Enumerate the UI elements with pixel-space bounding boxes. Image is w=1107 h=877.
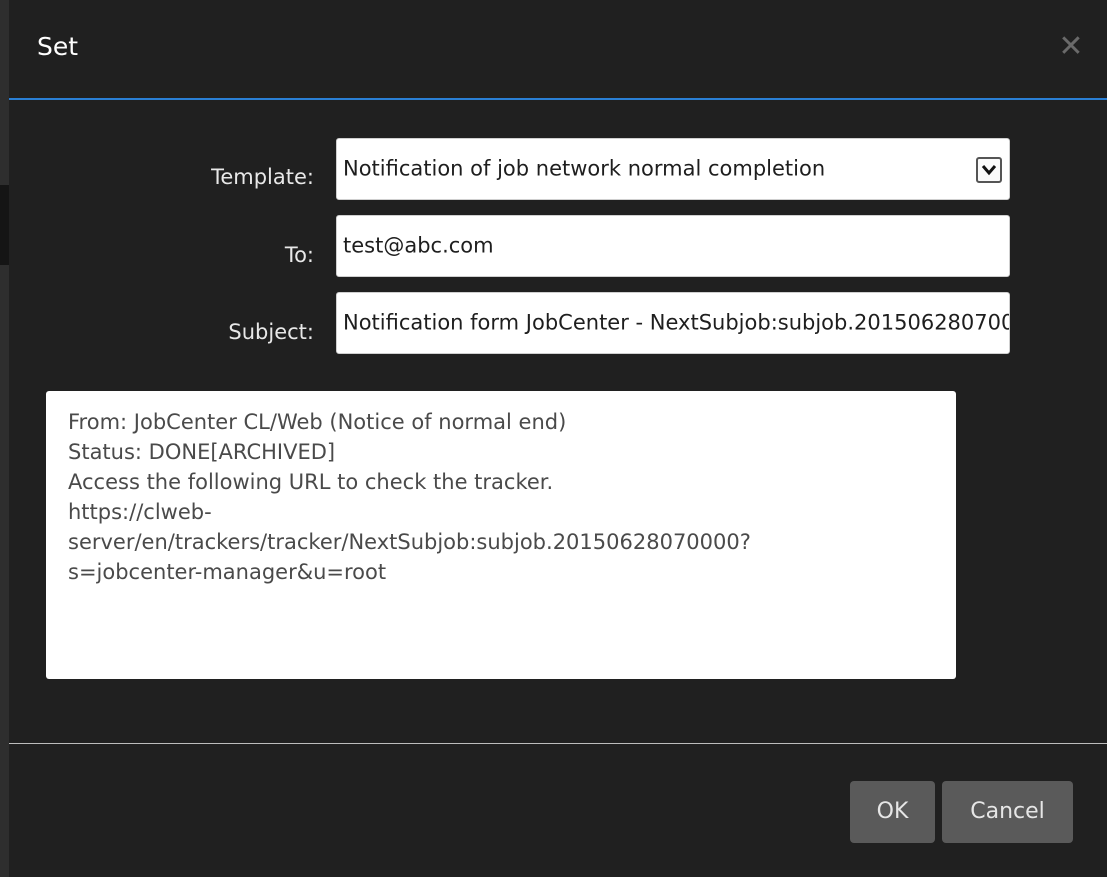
- body-line: Access the following URL to check the tr…: [68, 470, 554, 494]
- close-icon[interactable]: ✕: [1056, 32, 1086, 62]
- dialog-title: Set: [37, 32, 79, 61]
- chevron-down-icon[interactable]: [976, 157, 1002, 183]
- template-label: Template:: [211, 165, 314, 189]
- dialog-header: Set ✕: [9, 0, 1107, 98]
- footer-divider: [9, 743, 1107, 744]
- body-line: s=jobcenter-manager&u=root: [68, 560, 387, 584]
- body-line: From: JobCenter CL/Web (Notice of normal…: [68, 410, 567, 434]
- ok-button[interactable]: OK: [850, 781, 935, 843]
- subject-field[interactable]: Notification form JobCenter - NextSubjob…: [336, 292, 1010, 354]
- dialog-left-edge: [0, 0, 9, 877]
- message-body-textarea[interactable]: From: JobCenter CL/Web (Notice of normal…: [46, 391, 956, 679]
- subject-label: Subject:: [228, 320, 314, 344]
- to-field[interactable]: test@abc.com: [336, 215, 1010, 277]
- body-line: server/en/trackers/tracker/NextSubjob:su…: [68, 530, 751, 554]
- to-field-value: test@abc.com: [343, 233, 494, 258]
- set-dialog: Set ✕ Template: Notification of job netw…: [0, 0, 1107, 877]
- cancel-button[interactable]: Cancel: [942, 781, 1073, 843]
- template-select[interactable]: Notification of job network normal compl…: [336, 138, 1010, 200]
- subject-field-value: Notification form JobCenter - NextSubjob…: [343, 310, 1010, 335]
- template-select-value: Notification of job network normal compl…: [343, 156, 826, 181]
- body-line: https://clweb-: [68, 500, 212, 524]
- header-divider: [9, 98, 1107, 100]
- chevron-down-glyph: [981, 165, 997, 176]
- to-label: To:: [284, 243, 314, 267]
- body-line: Status: DONE[ARCHIVED]: [68, 440, 336, 464]
- dialog-left-edge-shadow: [0, 185, 9, 265]
